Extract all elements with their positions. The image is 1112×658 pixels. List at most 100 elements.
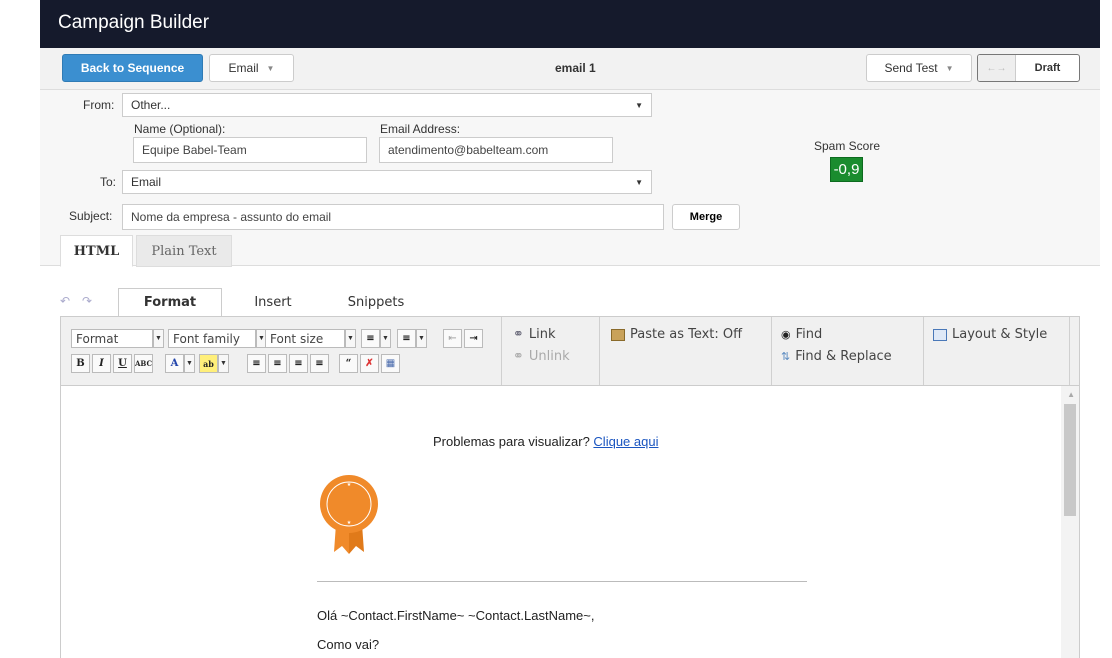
chevron-down-icon: ▼ [945,63,954,73]
layout-style-button[interactable]: Layout & Style [933,327,1047,342]
align-right-icon[interactable]: ≡ [289,354,308,373]
layout-style-label: Layout & Style [952,327,1048,342]
font-size-select[interactable]: Font size [265,329,345,348]
status-toggle[interactable]: ←→ Draft [977,54,1080,82]
align-left-icon[interactable]: ≡ [247,354,266,373]
formatting-ribbon: Format ▼ Font family ▼ Font size ▼ ≡ ▼ ≡… [60,316,1080,386]
tab-format[interactable]: Format [118,288,222,317]
back-to-sequence-button[interactable]: Back to Sequence [62,54,203,82]
sender-email-input[interactable]: atendimento@babelteam.com [379,137,613,163]
to-select[interactable]: Email ▼ [122,170,652,194]
redo-icon[interactable]: ↷ [82,294,92,308]
merge-button[interactable]: Merge [672,204,740,230]
spam-score-badge: -0,9 [830,157,863,182]
email-name: email 1 [555,61,596,75]
bullet-list-icon[interactable]: ≡ [361,329,380,348]
layout-icon [933,328,947,341]
email-type-dropdown[interactable]: Email ▼ [209,54,294,82]
toggle-off-side: ←→ [978,55,1016,81]
scrollbar-thumb[interactable] [1064,404,1076,516]
to-select-value: Email [131,175,162,189]
find-replace-button[interactable]: ⇅ Find & Replace [781,349,892,364]
chevron-down-icon[interactable]: ▼ [345,329,356,348]
email-address-label: Email Address: [380,122,461,136]
content-divider [317,581,807,582]
numbered-list-icon[interactable]: ≡ [397,329,416,348]
status-label: Draft [1034,62,1061,74]
chevron-down-icon: ▼ [635,177,643,187]
undo-icon[interactable]: ↶ [60,294,70,308]
canvas-scrollbar[interactable]: ▲ [1061,386,1079,658]
course-badge-logo: ★ ★ [320,475,378,554]
link-label: Link [528,327,556,342]
content-type-tabs: HTML Plain Text [40,232,1100,267]
unlink-icon: ⚭ [513,349,524,364]
tab-plain-text[interactable]: Plain Text [136,235,232,267]
strikethrough-icon[interactable]: ABC [134,354,153,373]
clipboard-icon [611,328,625,341]
sender-name-input[interactable]: Equipe Babel-Team [133,137,367,163]
tab-html[interactable]: HTML [60,235,133,267]
find-replace-icon: ⇅ [781,350,791,363]
italic-icon[interactable]: I [92,354,111,373]
unlink-button[interactable]: ⚭ Unlink [513,349,570,364]
link-icon: ⚭ [513,327,524,342]
app-title: Campaign Builder [58,12,210,33]
chevron-down-icon: ▼ [635,100,643,110]
send-test-dropdown[interactable]: Send Test ▼ [866,54,972,82]
format-select[interactable]: Format [71,329,153,348]
send-test-label: Send Test [884,61,938,75]
find-button[interactable]: ◉ Find [781,327,822,342]
highlight-icon[interactable]: ab [199,354,218,373]
outdent-icon[interactable]: ⇤ [443,329,462,348]
paste-as-text-label: Paste as Text: Off [630,327,743,342]
email-canvas[interactable]: Problemas para visualizar? Clique aqui ★… [60,386,1080,658]
paste-as-text-button[interactable]: Paste as Text: Off [611,327,742,342]
blockquote-icon[interactable]: “ [339,354,358,373]
view-online-link[interactable]: Clique aqui [593,434,658,449]
find-replace-label: Find & Replace [795,349,892,364]
text-color-icon[interactable]: A [165,354,184,373]
align-justify-icon[interactable]: ≡ [310,354,329,373]
email-type-label: Email [228,61,259,75]
chevron-down-icon: ▼ [266,63,275,73]
chevron-down-icon[interactable]: ▼ [380,329,391,348]
svg-text:★: ★ [347,520,352,526]
ribbon-divider [771,317,772,385]
find-label: Find [795,327,823,342]
chevron-down-icon[interactable]: ▼ [218,354,229,373]
from-select-value: Other... [131,98,171,112]
indent-icon[interactable]: ⇥ [464,329,483,348]
preview-text: Problemas para visualizar? [433,434,590,449]
table-icon[interactable]: ▦ [381,354,400,373]
clear-format-icon[interactable]: ✗ [360,354,379,373]
binoculars-icon: ◉ [781,328,791,341]
title-bar: Campaign Builder [40,0,1100,48]
chevron-down-icon[interactable]: ▼ [153,329,164,348]
chevron-down-icon[interactable]: ▼ [184,354,195,373]
subject-input[interactable]: Nome da empresa - assunto do email [122,204,664,230]
svg-text:★: ★ [347,482,352,488]
underline-icon[interactable]: U [113,354,132,373]
preview-line: Problemas para visualizar? Clique aqui [433,434,658,449]
from-label: From: [83,98,115,112]
ribbon-divider [599,317,600,385]
subject-label: Subject: [69,209,113,223]
campaign-toolbar: Back to Sequence Email ▼ email 1 Send Te… [40,48,1100,90]
greeting-line: Olá ~Contact.FirstName~ ~Contact.LastNam… [317,608,595,623]
ribbon-divider [923,317,924,385]
from-select[interactable]: Other... ▼ [122,93,652,117]
tab-insert[interactable]: Insert [238,288,308,317]
unlink-label: Unlink [528,349,570,364]
spam-score-label: Spam Score [814,139,881,153]
align-center-icon[interactable]: ≡ [268,354,287,373]
body-line: Como vai? [317,637,380,652]
name-label: Name (Optional): [134,122,226,136]
link-button[interactable]: ⚭ Link [513,327,556,342]
font-family-select[interactable]: Font family [168,329,256,348]
scroll-up-icon[interactable]: ▲ [1067,390,1075,399]
bold-icon[interactable]: B [71,354,90,373]
chevron-down-icon[interactable]: ▼ [416,329,427,348]
tab-snippets[interactable]: Snippets [336,288,416,317]
sender-form: From: Other... ▼ Name (Optional): Equipe… [40,90,1100,232]
